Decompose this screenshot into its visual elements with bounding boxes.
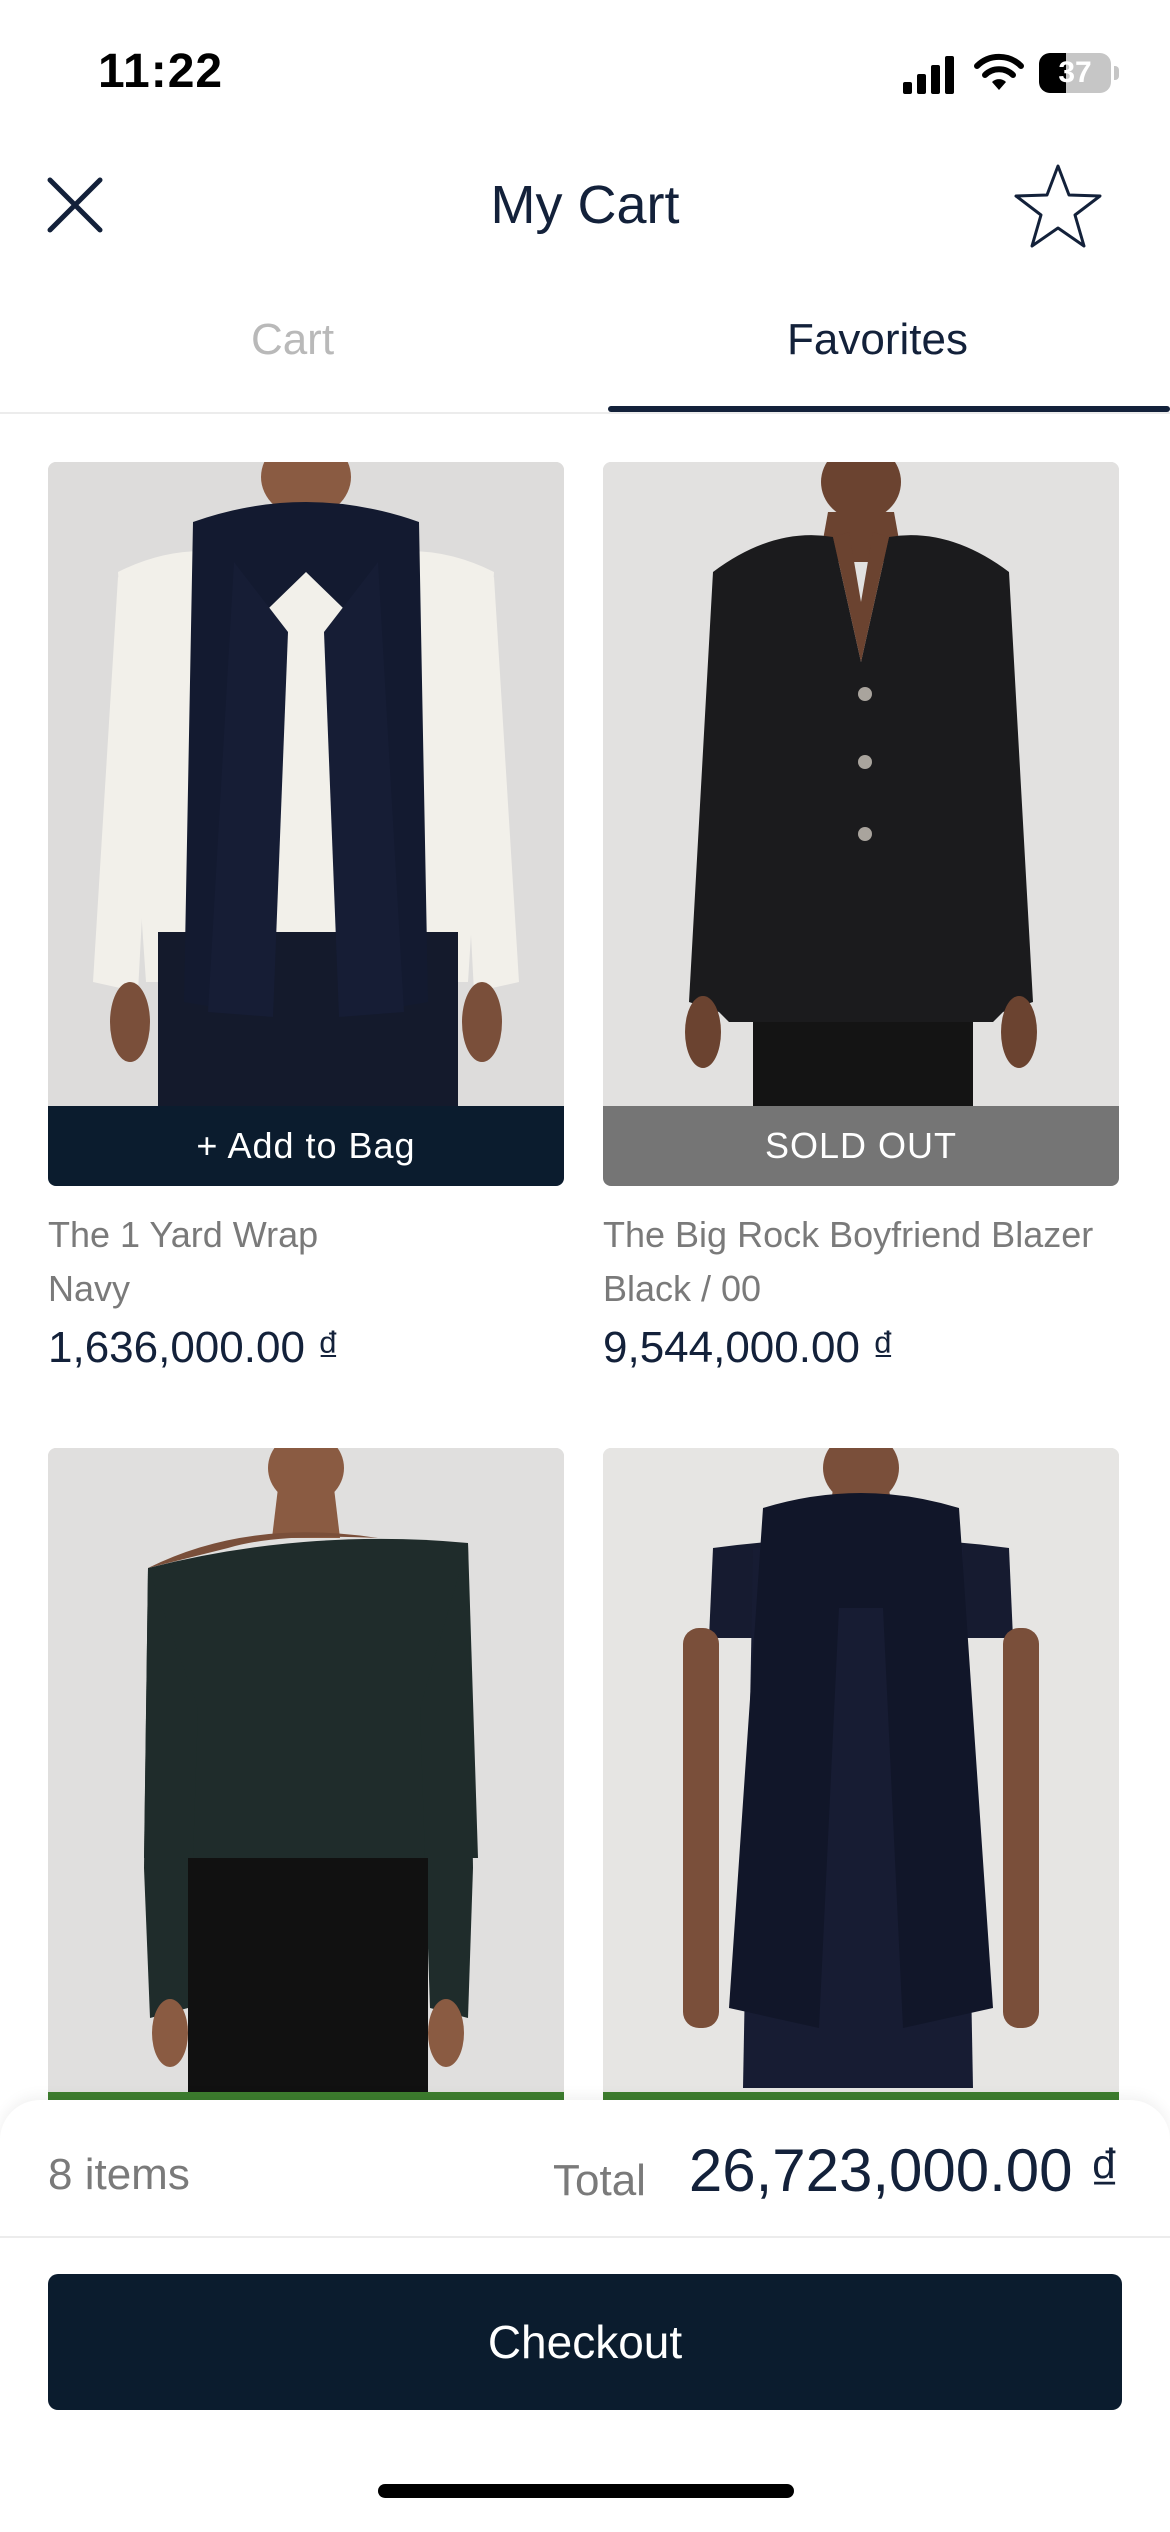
product-card[interactable] xyxy=(603,1448,1119,2092)
active-tab-indicator xyxy=(608,406,1170,412)
total-label: Total xyxy=(553,2156,646,2205)
product-image[interactable] xyxy=(48,462,564,1106)
product-variant: Black / 00 xyxy=(603,1268,762,1309)
battery-icon: 37 xyxy=(1039,53,1119,93)
product-price: 1,636,000.00 ₫ xyxy=(48,1323,340,1372)
battery-percentage: 37 xyxy=(1058,56,1092,89)
wifi-icon xyxy=(974,53,1024,90)
cellular-signal-icon xyxy=(903,56,954,94)
tab-cart[interactable]: Cart xyxy=(0,300,585,414)
product-image[interactable] xyxy=(603,1448,1119,2092)
star-icon[interactable] xyxy=(1013,162,1103,250)
add-to-bag-button[interactable]: + Add to Bag xyxy=(48,1106,564,1186)
product-variant: Navy xyxy=(48,1268,131,1309)
tab-favorites[interactable]: Favorites xyxy=(585,300,1170,414)
product-image[interactable] xyxy=(48,1448,564,2092)
product-price: 9,544,000.00 ₫ xyxy=(603,1323,895,1372)
page-title: My Cart xyxy=(490,175,680,235)
product-card[interactable]: + Add to Bag The 1 Yard Wrap Navy 1,636,… xyxy=(48,462,564,1380)
home-indicator[interactable] xyxy=(378,2484,794,2498)
checkout-button[interactable]: Checkout xyxy=(48,2274,1122,2410)
status-bar: 11:22 37 xyxy=(0,0,1170,150)
tab-bar: Cart Favorites xyxy=(0,300,1170,414)
divider xyxy=(0,2236,1170,2238)
product-name[interactable]: The Big Rock Boyfriend Blazer xyxy=(603,1208,1119,1262)
cart-summary-panel: 8 items Total 26,723,000.00 ₫ Checkout xyxy=(0,2100,1170,2532)
total-value: 26,723,000.00 ₫ xyxy=(688,2137,1120,2204)
product-name[interactable]: The 1 Yard Wrap xyxy=(48,1208,564,1262)
status-time: 11:22 xyxy=(98,45,224,98)
sold-out-badge: SOLD OUT xyxy=(603,1106,1119,1186)
product-image[interactable] xyxy=(603,462,1119,1106)
product-card[interactable] xyxy=(48,1448,564,2092)
items-count: 8 items xyxy=(48,2150,190,2199)
product-card[interactable]: SOLD OUT The Big Rock Boyfriend Blazer B… xyxy=(603,462,1119,1380)
